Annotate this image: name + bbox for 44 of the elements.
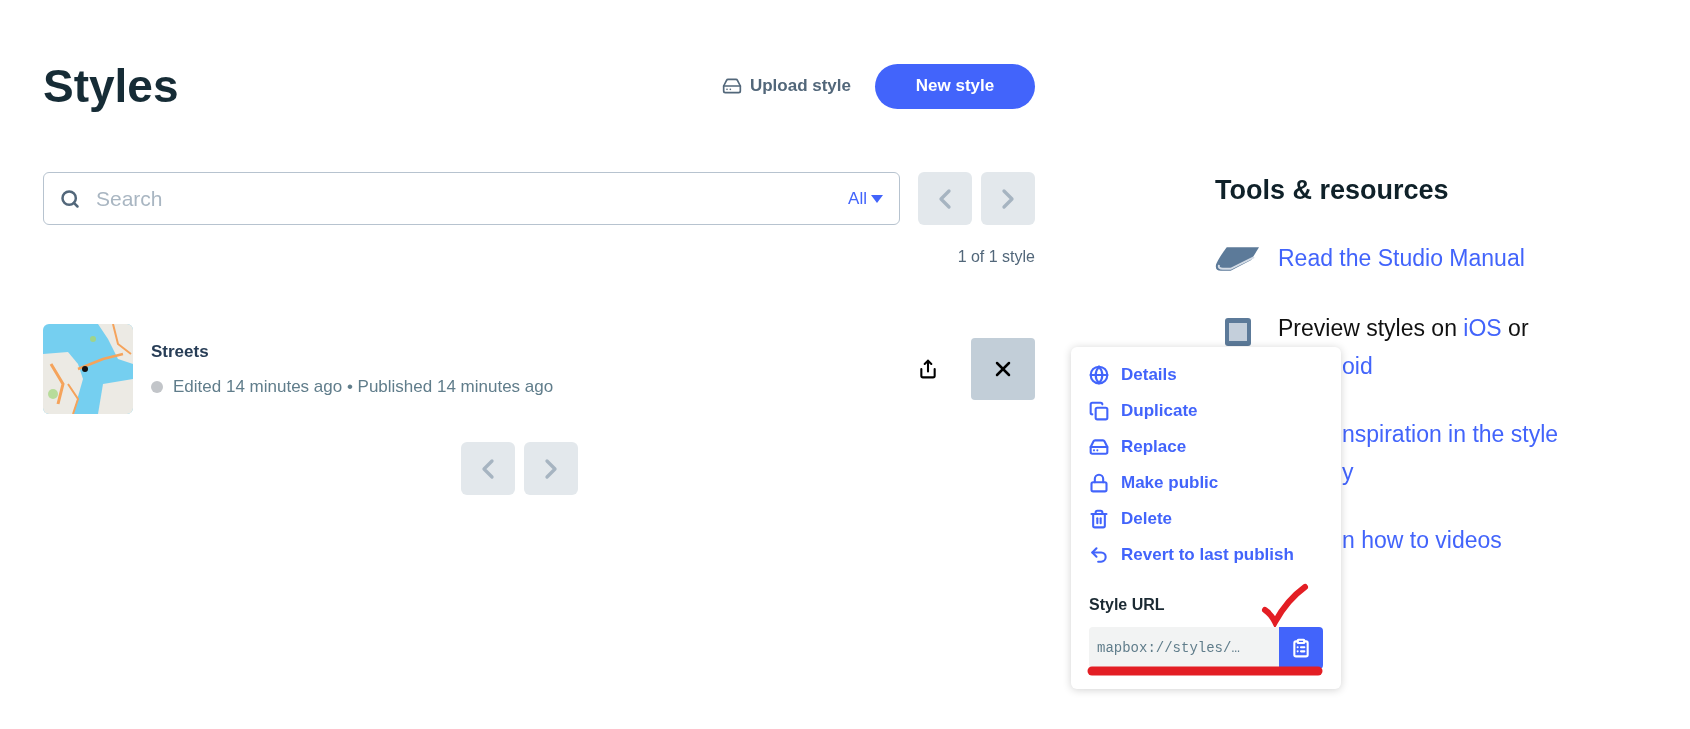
next-page-button[interactable] [981, 172, 1035, 225]
previous-page-button[interactable] [918, 172, 972, 225]
search-icon [60, 188, 80, 209]
menu-item[interactable]: Details [1089, 363, 1323, 387]
share-icon [918, 359, 938, 379]
result-count: 1 of 1 style [957, 247, 1035, 267]
close-button[interactable] [971, 338, 1035, 400]
tablet-icon [1223, 316, 1252, 347]
resource-link[interactable]: nspiration in the style [1342, 420, 1559, 447]
resource-link[interactable]: n how to videos [1342, 526, 1502, 553]
menu-item[interactable]: Make public [1089, 471, 1323, 495]
resource-link[interactable]: y [1342, 458, 1354, 485]
copy-icon [1089, 401, 1109, 421]
book-icon [1215, 245, 1260, 272]
globe-icon [1089, 365, 1109, 385]
page-title: Styles [43, 58, 179, 114]
search-field[interactable]: Search All [43, 172, 900, 225]
trash-icon [1089, 509, 1109, 529]
style-url-field[interactable]: mapbox://styles/… [1089, 627, 1279, 669]
resource-text: or [1507, 314, 1529, 341]
drive-icon [1089, 437, 1109, 457]
menu-item[interactable]: Delete [1089, 507, 1323, 531]
menu-item[interactable]: Duplicate [1089, 399, 1323, 423]
clipboard-icon [1291, 638, 1311, 658]
undo-icon [1089, 545, 1109, 565]
resource-text: Preview styles on [1278, 314, 1458, 341]
menu-item[interactable]: Revert to last publish [1089, 543, 1323, 567]
resource-link[interactable]: oid [1342, 352, 1373, 379]
menu-item[interactable]: Replace [1089, 435, 1323, 459]
upload-style-button[interactable]: Upload style [721, 73, 851, 99]
next-page-button[interactable] [523, 442, 578, 495]
copy-button[interactable] [1279, 627, 1323, 669]
caret-icon [871, 194, 883, 203]
previous-page-button[interactable] [460, 442, 515, 495]
style-meta: Edited 14 minutes ago • Published 14 minutes ago [173, 376, 554, 398]
resource-link[interactable]: iOS [1463, 314, 1502, 341]
resource-link[interactable]: Read the Studio Manual [1278, 244, 1525, 271]
lock-icon [1089, 473, 1109, 493]
filter-dropdown[interactable]: All [848, 185, 883, 212]
resources-title: Tools & resources [1215, 174, 1450, 207]
new-style-button[interactable]: New style [875, 63, 1035, 109]
style-name[interactable]: Streets [151, 338, 913, 364]
drive-icon [721, 76, 742, 96]
style-url-label: Style URL [1089, 595, 1165, 615]
